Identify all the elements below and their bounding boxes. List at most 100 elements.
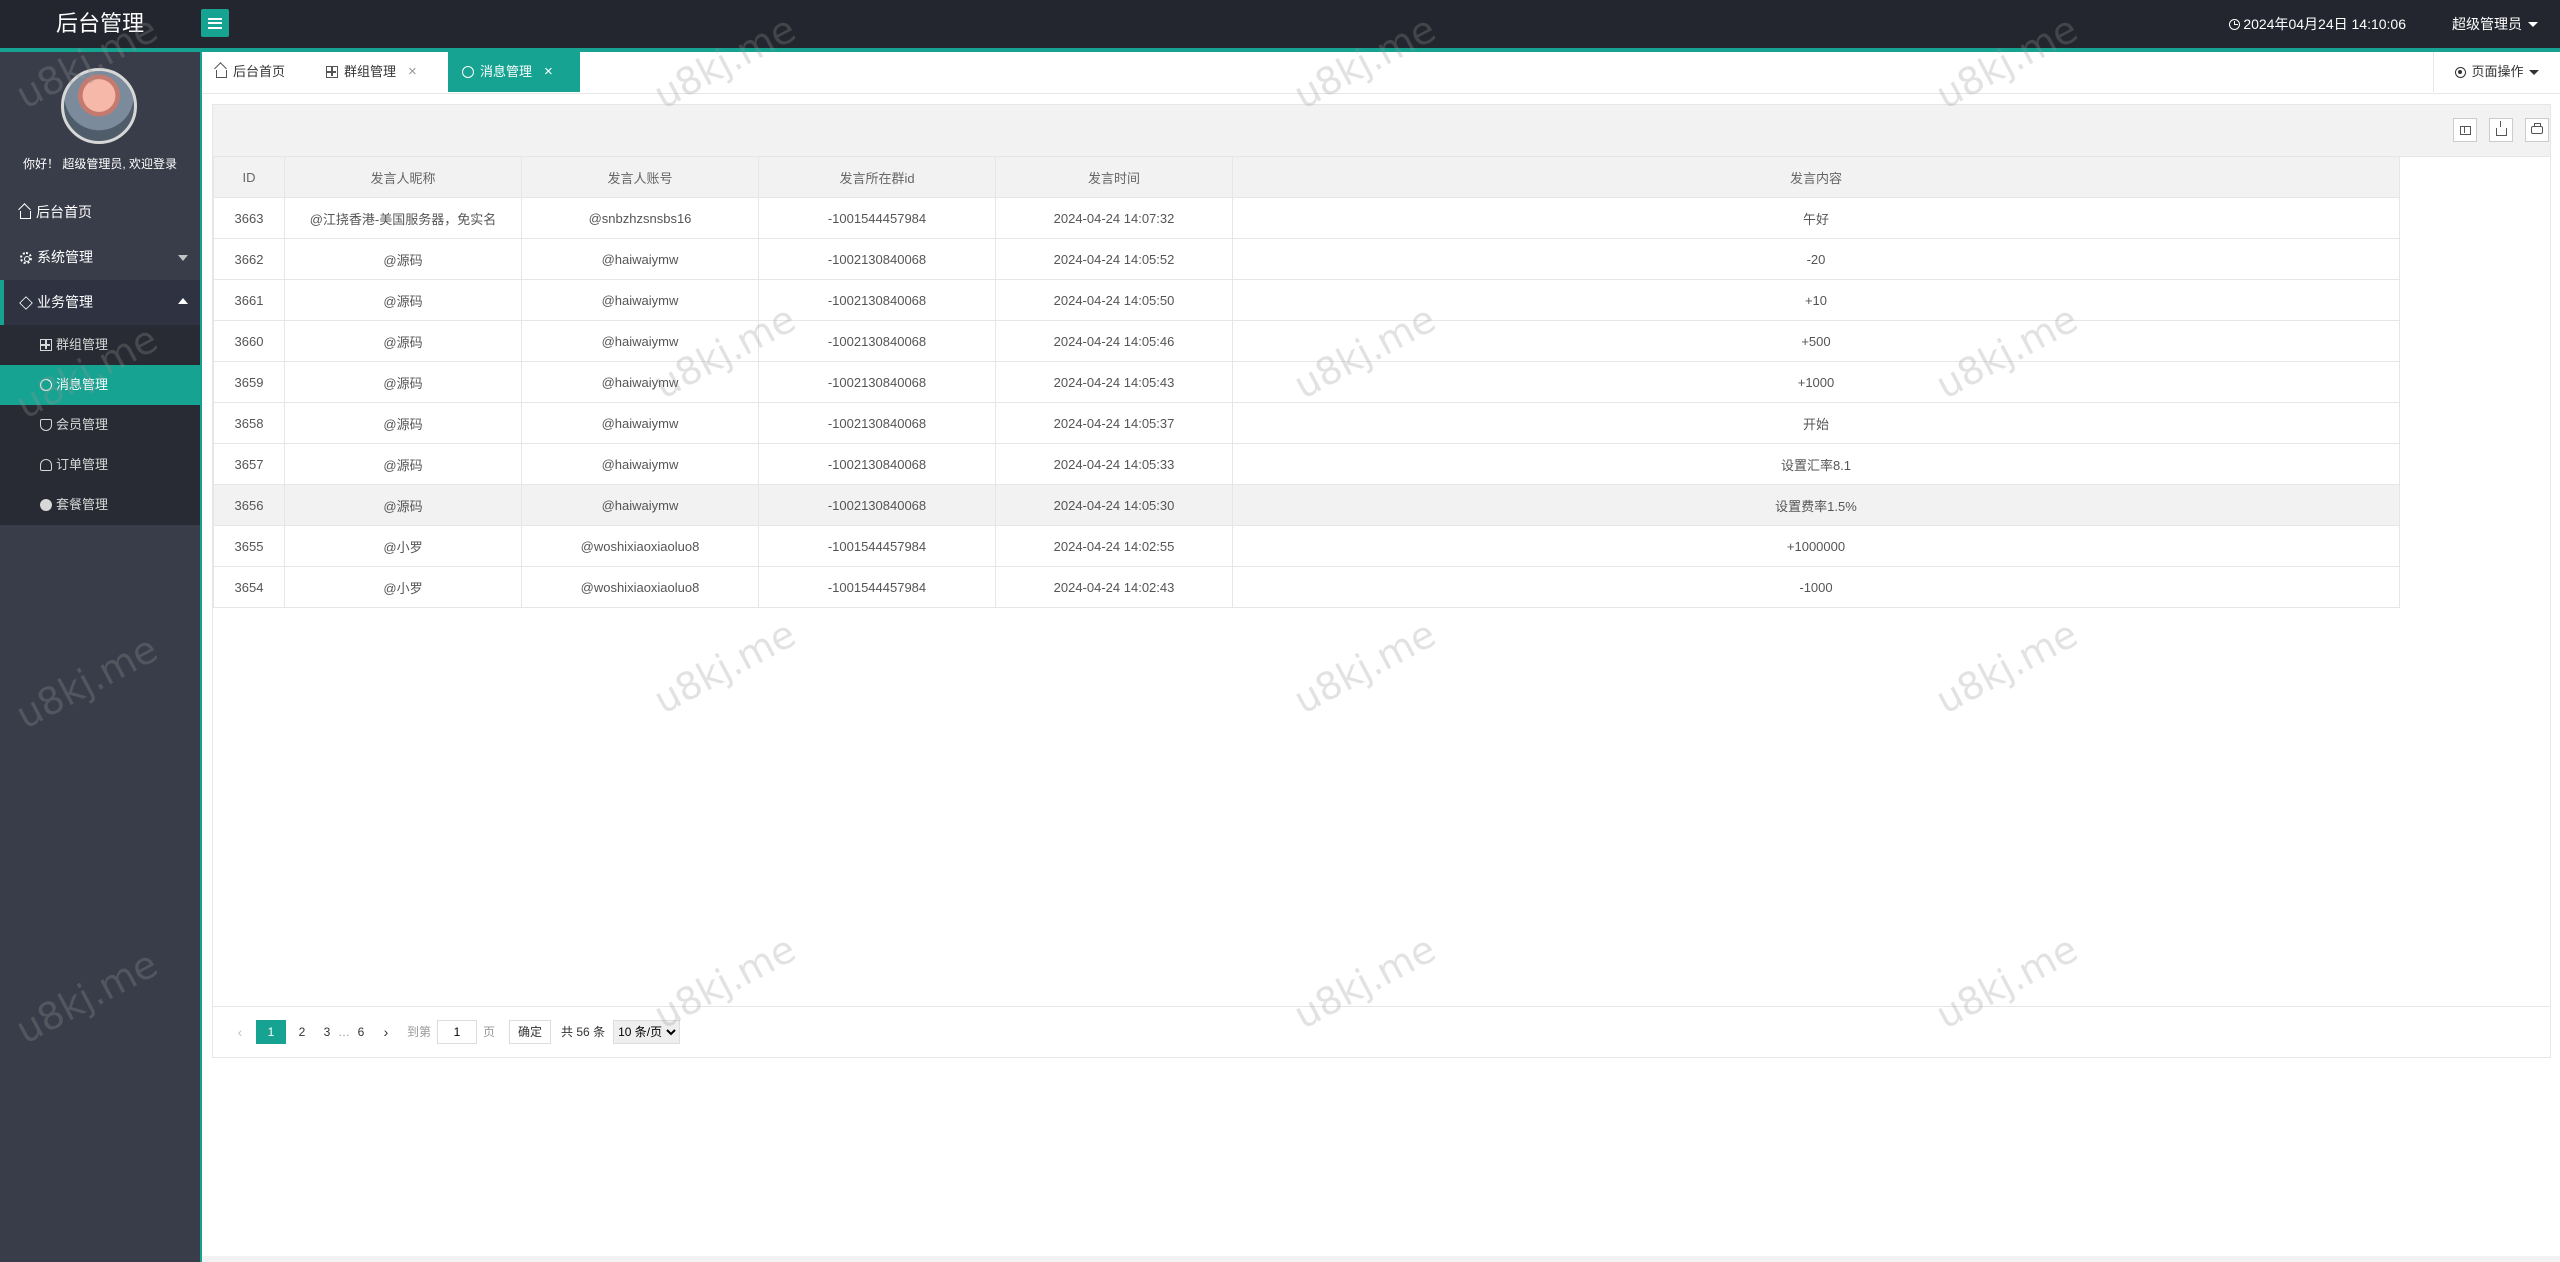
close-icon[interactable]: ×	[408, 52, 417, 92]
goto-label: 到第	[407, 1025, 432, 1039]
table-row[interactable]: 3662 @源码 @haiwaiymw -1002130840068 2024-04-2…	[213, 238, 2400, 280]
grid-icon	[40, 339, 52, 351]
table-cell: @snbzhzsnsbs16	[521, 197, 759, 239]
sidebar-item-home[interactable]: 后台首页	[0, 190, 200, 235]
sidebar-item-business[interactable]: 业务管理	[0, 280, 200, 325]
table-row[interactable]: 3660 @源码 @haiwaiymw -1002130840068 2024-04-2…	[213, 320, 2400, 362]
chat-icon	[40, 379, 52, 391]
avatar	[61, 68, 137, 144]
column-header-nickname[interactable]: 发言人昵称	[284, 156, 522, 198]
table-cell: -1000	[1232, 566, 2400, 608]
table-cell: @源码	[284, 402, 522, 444]
table-cell: +10	[1232, 279, 2400, 321]
table-row[interactable]: 3658 @源码 @haiwaiymw -1002130840068 2024-04-2…	[213, 402, 2400, 444]
chat-icon	[462, 66, 474, 78]
page-number[interactable]: 3	[318, 1020, 336, 1044]
home-icon	[216, 70, 227, 78]
table-cell: @小罗	[284, 566, 522, 608]
print-button[interactable]	[2525, 118, 2549, 142]
table-cell: 2024-04-24 14:05:50	[995, 279, 1233, 321]
table-cell: 3662	[213, 238, 285, 280]
table-cell: 3654	[213, 566, 285, 608]
table-cell: @江挠香港-美国服务器，免实名	[284, 197, 522, 239]
sidebar-item-orders[interactable]: 订单管理	[0, 445, 200, 485]
column-header-content[interactable]: 发言内容	[1232, 156, 2400, 198]
sidebar-item-packages[interactable]: 套餐管理	[0, 485, 200, 525]
page-operations-menu[interactable]: 页面操作	[2433, 52, 2560, 92]
table-row[interactable]: 3657 @源码 @haiwaiymw -1002130840068 2024-04-2…	[213, 443, 2400, 485]
table-cell: @haiwaiymw	[521, 238, 759, 280]
table-body: 3663 @江挠香港-美国服务器，免实名 @snbzhzsnsbs16 -100154…	[213, 197, 2400, 608]
columns-icon	[2459, 125, 2471, 135]
page-jump-input[interactable]	[437, 1019, 478, 1044]
column-header-group-id[interactable]: 发言所在群id	[758, 156, 996, 198]
top-header: 后台管理 2024年04月24日 14:10:06 超级管理员	[0, 0, 2560, 52]
tab-home[interactable]: 后台首页	[202, 52, 299, 92]
chevron-up-icon	[178, 298, 188, 304]
column-header-id[interactable]: ID	[213, 156, 285, 198]
table-cell: 2024-04-24 14:02:43	[995, 566, 1233, 608]
column-header-account[interactable]: 发言人账号	[521, 156, 759, 198]
table-row[interactable]: 3659 @源码 @haiwaiymw -1002130840068 2024-04-2…	[213, 361, 2400, 403]
sidebar-item-label: 系统管理	[37, 249, 93, 265]
sidebar-item-label: 消息管理	[56, 377, 109, 392]
compass-icon	[40, 499, 52, 511]
page-unit-label: 页	[483, 1025, 496, 1039]
export-icon	[2495, 120, 2507, 136]
menu-toggle-button[interactable]	[201, 9, 229, 37]
table-cell: @源码	[284, 320, 522, 362]
table-cell: -1002130840068	[758, 279, 996, 321]
header-datetime: 2024年04月24日 14:10:06	[2229, 0, 2406, 48]
page-ops-label: 页面操作	[2471, 64, 2524, 79]
table-cell: @haiwaiymw	[521, 320, 759, 362]
export-button[interactable]	[2489, 118, 2513, 142]
layers-icon	[19, 295, 33, 310]
prev-page-button[interactable]: ‹	[226, 1020, 254, 1044]
grid-icon	[326, 66, 338, 78]
table-row[interactable]: 3663 @江挠香港-美国服务器，免实名 @snbzhzsnsbs16 -100154…	[213, 197, 2400, 239]
table-cell: -1001544457984	[758, 525, 996, 567]
table-cell: 2024-04-24 14:05:30	[995, 484, 1233, 526]
columns-filter-button[interactable]	[2453, 118, 2477, 142]
sidebar-item-label: 会员管理	[56, 417, 109, 432]
page-size-select[interactable]: 10 条/页	[613, 1019, 681, 1044]
close-icon[interactable]: ×	[544, 52, 553, 92]
sidebar-item-label: 订单管理	[56, 457, 109, 472]
tab-label: 后台首页	[233, 64, 286, 79]
table-row[interactable]: 3654 @小罗 @woshixiaoxiaoluo8 -1001544457984 2…	[213, 566, 2400, 608]
table-cell: @源码	[284, 443, 522, 485]
sidebar-item-label: 后台首页	[36, 204, 92, 220]
table-row[interactable]: 3661 @源码 @haiwaiymw -1002130840068 2024-04-2…	[213, 279, 2400, 321]
tab-messages[interactable]: 消息管理 ×	[448, 52, 580, 92]
page-number[interactable]: 2	[288, 1020, 316, 1044]
table-cell: -1002130840068	[758, 402, 996, 444]
confirm-jump-button[interactable]: 确定	[509, 1019, 552, 1044]
sidebar: 你好！ 超级管理员, 欢迎登录 后台首页 系统管理 业务管理 群组管理 消息管理	[0, 52, 200, 1262]
table-row[interactable]: 3656 @源码 @haiwaiymw -1002130840068 2024-04-2…	[213, 484, 2400, 526]
column-header-time[interactable]: 发言时间	[995, 156, 1233, 198]
table-cell: -1001544457984	[758, 197, 996, 239]
sidebar-item-members[interactable]: 会员管理	[0, 405, 200, 445]
table-cell: 3655	[213, 525, 285, 567]
table-cell: @源码	[284, 238, 522, 280]
tab-bar: 后台首页 群组管理 × 消息管理 × 页面操作	[202, 52, 2560, 94]
table-panel: ID 发言人昵称 发言人账号 发言所在群id 发言时间 发言内容 3663 @江挠…	[212, 104, 2551, 1058]
table-cell: 2024-04-24 14:05:43	[995, 361, 1233, 403]
gear-icon	[20, 251, 32, 264]
caret-down-icon	[2528, 21, 2538, 27]
table-cell: 2024-04-24 14:07:32	[995, 197, 1233, 239]
sidebar-item-messages[interactable]: 消息管理	[0, 365, 200, 405]
table-cell: +1000	[1232, 361, 2400, 403]
tab-groups[interactable]: 群组管理 ×	[312, 52, 431, 92]
table-row[interactable]: 3655 @小罗 @woshixiaoxiaoluo8 -1001544457984 2…	[213, 525, 2400, 567]
table-cell: 午好	[1232, 197, 2400, 239]
user-menu[interactable]: 超级管理员	[2452, 0, 2538, 48]
page-number-current[interactable]: 1	[256, 1019, 286, 1044]
table-cell: 3658	[213, 402, 285, 444]
sidebar-nav: 后台首页 系统管理 业务管理 群组管理 消息管理 会员管理 订单管理 套餐管理	[0, 190, 200, 525]
table-cell: @haiwaiymw	[521, 443, 759, 485]
sidebar-item-system[interactable]: 系统管理	[0, 235, 200, 280]
next-page-button[interactable]: ›	[372, 1020, 400, 1044]
page-number[interactable]: 6	[352, 1020, 370, 1044]
sidebar-item-groups[interactable]: 群组管理	[0, 325, 200, 365]
